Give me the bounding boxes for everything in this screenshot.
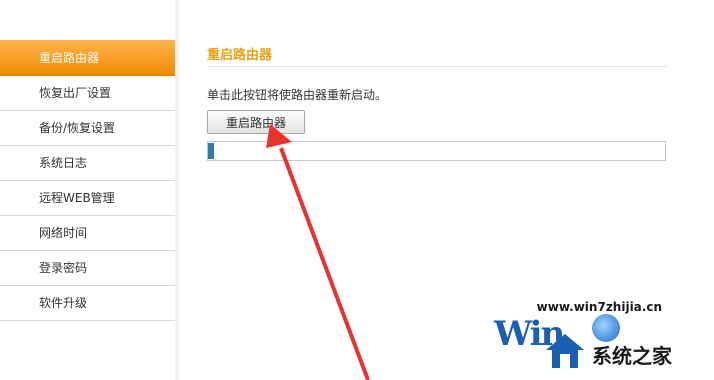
sidebar-item-backup-restore[interactable]: 备份/恢复设置 [0, 111, 175, 146]
sidebar-item-login-password[interactable]: 登录密码 [0, 251, 175, 286]
title-divider [207, 66, 667, 67]
watermark-logo: Win 系统之家 [484, 312, 714, 380]
sidebar-menu: 重启路由器 恢复出厂设置 备份/恢复设置 系统日志 远程WEB管理 网络时间 登… [0, 40, 175, 321]
sidebar: 重启路由器 恢复出厂设置 备份/恢复设置 系统日志 远程WEB管理 网络时间 登… [0, 0, 176, 380]
sidebar-item-system-log[interactable]: 系统日志 [0, 146, 175, 181]
house-icon [546, 334, 584, 368]
sidebar-item-reboot[interactable]: 重启路由器 [0, 40, 175, 76]
sidebar-item-firmware-upgrade[interactable]: 软件升级 [0, 286, 175, 321]
reboot-description: 单击此按钮将使路由器重新启动。 [207, 88, 388, 102]
sidebar-divider [175, 0, 179, 380]
reboot-button[interactable]: 重启路由器 [207, 110, 305, 134]
progress-fill [208, 143, 214, 159]
globe-icon [592, 314, 620, 342]
page-title: 重启路由器 [207, 48, 273, 63]
watermark-site-name: 系统之家 [592, 344, 672, 368]
sidebar-item-factory-reset[interactable]: 恢复出厂设置 [0, 76, 175, 111]
sidebar-item-remote-web[interactable]: 远程WEB管理 [0, 181, 175, 216]
reboot-progress-bar [207, 141, 666, 161]
sidebar-item-network-time[interactable]: 网络时间 [0, 216, 175, 251]
